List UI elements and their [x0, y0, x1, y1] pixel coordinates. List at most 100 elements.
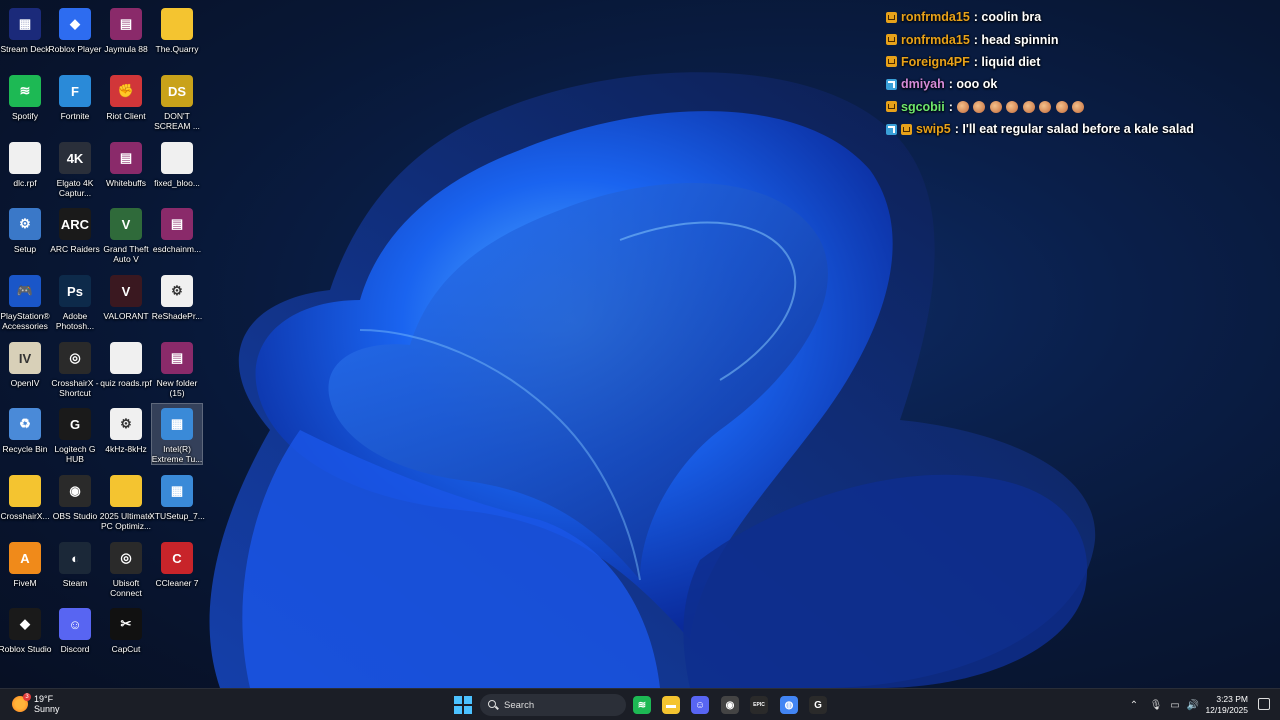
desktop-icon[interactable]: F Fortnite [50, 71, 100, 121]
desktop-icon[interactable]: ≋ Spotify [0, 71, 50, 121]
desktop-icon-label: CrosshairX... [0, 511, 50, 521]
app-icon: ▤ [110, 8, 142, 40]
desktop-icon[interactable]: fixed_bloo... [152, 138, 202, 188]
chat-message: ronfrmda15: coolin bra [886, 6, 1276, 28]
desktop-icon-label: Spotify [12, 111, 38, 121]
desktop-icon-label: ReShadePr... [151, 311, 203, 321]
desktop-icon[interactable]: CrosshairX... [0, 471, 50, 521]
app-icon: 🎮 [9, 275, 41, 307]
app-icon [161, 8, 193, 40]
notification-icon[interactable] [1258, 698, 1270, 710]
desktop-icon[interactable]: 2025 Ultimate PC Optimiz... [99, 471, 153, 531]
desktop-icon-label: Grand Theft Auto V [103, 244, 149, 264]
desktop-icon[interactable]: V Grand Theft Auto V [101, 204, 151, 264]
search-placeholder: Search [504, 699, 535, 711]
app-icon: ◆ [9, 608, 41, 640]
desktop-icon-label: CCleaner 7 [155, 578, 199, 588]
desktop-icon[interactable]: C CCleaner 7 [152, 538, 202, 588]
desktop-icon[interactable]: ◎ Ubisoft Connect [101, 538, 151, 598]
desktop-icon-label: Intel(R) Extreme Tu... [151, 444, 203, 464]
desktop-icon[interactable]: dlc.rpf [0, 138, 50, 188]
taskbar-epic-games-icon[interactable]: EPIC [749, 695, 769, 715]
app-icon: ▦ [9, 8, 41, 40]
desktop-icon[interactable]: ▤ esdchainm... [152, 204, 202, 254]
emote-icon [1006, 100, 1019, 113]
desktop-icon[interactable]: ◎ CrosshairX - Shortcut [50, 338, 100, 398]
desktop-icon[interactable]: ♻ Recycle Bin [0, 404, 50, 454]
chat-message: ronfrmda15: head spinnin [886, 28, 1276, 50]
emote-icon [989, 100, 1002, 113]
desktop-icon[interactable]: ▤ New folder (15) [152, 338, 202, 398]
volume-icon[interactable]: 🔊 [1184, 700, 1202, 711]
desktop-icon[interactable]: quiz roads.rpf [100, 338, 152, 388]
desktop-icon-label: Stream Deck [0, 44, 50, 54]
desktop-icon[interactable]: ▤ Whitebuffs [101, 138, 151, 188]
desktop-icon[interactable]: ◐ Steam [50, 538, 100, 588]
desktop-icon[interactable]: ▦ Stream Deck [0, 4, 50, 54]
desktop-icon[interactable]: ◆ Roblox Player [49, 4, 101, 54]
app-icon: ▤ [110, 142, 142, 174]
desktop-icon[interactable]: ◆ Roblox Studio [0, 604, 51, 654]
taskbar-search[interactable]: Search [480, 694, 626, 716]
taskbar-discord-icon[interactable]: ☺ [690, 695, 710, 715]
desktop-icon[interactable]: 4K Elgato 4K Captur... [50, 138, 100, 198]
desktop-icon-label: FiveM [13, 578, 37, 588]
app-icon: V [110, 275, 142, 307]
desktop-icon-label: Elgato 4K Captur... [56, 178, 94, 198]
desktop-icon-label: DON'T SCREAM ... [154, 111, 200, 131]
app-icon: IV [9, 342, 41, 374]
desktop-icon[interactable]: The.Quarry [152, 4, 202, 54]
emote-icon [1055, 100, 1068, 113]
desktop-icon-label: Adobe Photosh... [55, 311, 95, 331]
desktop-icon[interactable]: ▦ XTUSetup_7... [149, 471, 205, 521]
desktop-icon[interactable]: ARC ARC Raiders [50, 204, 100, 254]
desktop-icon[interactable]: ☺ Discord [50, 604, 100, 654]
chat-message: swip5: I'll eat regular salad before a k… [886, 118, 1276, 140]
taskbar-file-explorer-icon[interactable]: ▬ [661, 695, 681, 715]
app-icon: V [110, 208, 142, 240]
emote-icon [1039, 100, 1052, 113]
taskbar-clock[interactable]: 3:23 PM 12/19/2025 [1205, 694, 1248, 716]
desktop-icon[interactable]: G Logitech G HUB [50, 404, 100, 464]
chevron-up-icon[interactable]: ⌃ [1126, 700, 1142, 711]
emote-icon [956, 100, 969, 113]
app-icon: F [59, 75, 91, 107]
network-icon[interactable]: ▭ [1166, 700, 1184, 711]
start-button[interactable] [454, 696, 472, 714]
weather-widget[interactable]: 3 19°F Sunny [12, 693, 60, 714]
desktop-icon[interactable]: 🎮 PlayStation® Accessories [0, 271, 50, 331]
desktop-icon[interactable]: ▦ Intel(R) Extreme Tu... [151, 403, 203, 465]
chat-message: Foreign4PF: liquid diet [886, 51, 1276, 73]
microphone-icon[interactable]: 🎙 [1146, 700, 1166, 711]
app-icon: ◎ [59, 342, 91, 374]
app-icon [161, 142, 193, 174]
desktop-icon-label: Jaymula 88 [104, 44, 148, 54]
desktop-icon-label: esdchainm... [152, 244, 202, 254]
desktop-icon[interactable]: ◉ OBS Studio [50, 471, 100, 521]
desktop-icon[interactable]: ▤ Jaymula 88 [101, 4, 151, 54]
desktop-icon[interactable]: DS DON'T SCREAM ... [152, 71, 202, 131]
desktop-icon-label: VALORANT [103, 311, 149, 321]
desktop-icon[interactable]: ⚙ Setup [0, 204, 50, 254]
desktop-icon[interactable]: IV OpenIV [0, 338, 50, 388]
sub-badge-icon [886, 78, 897, 90]
chat-username: swip5 [916, 122, 951, 137]
desktop-icon[interactable]: A FiveM [0, 538, 50, 588]
taskbar-g-app-icon[interactable]: G [808, 695, 828, 715]
desktop-icon[interactable]: ⚙ 4kHz-8kHz [101, 404, 151, 454]
desktop-icon[interactable]: ⚙ ReShadePr... [152, 271, 202, 321]
desktop-icon-label: dlc.rpf [13, 178, 37, 188]
discord-icon: ☺ [691, 696, 709, 714]
desktop-icon-label: 2025 Ultimate PC Optimiz... [99, 511, 153, 531]
app-icon: G [59, 408, 91, 440]
taskbar-obs-icon[interactable]: ◉ [720, 695, 740, 715]
desktop-icon[interactable]: ✊ Riot Client [101, 71, 151, 121]
desktop-icon-label: XTUSetup_7... [149, 511, 205, 521]
clock-time: 3:23 PM [1216, 694, 1248, 704]
app-icon: ⚙ [161, 275, 193, 307]
desktop-icon[interactable]: V VALORANT [101, 271, 151, 321]
desktop-icon[interactable]: ✂ CapCut [101, 604, 151, 654]
taskbar-chrome-icon[interactable]: ◍ [779, 695, 799, 715]
desktop-icon[interactable]: Ps Adobe Photosh... [50, 271, 100, 331]
taskbar-spotify-icon[interactable]: ≋ [632, 695, 652, 715]
